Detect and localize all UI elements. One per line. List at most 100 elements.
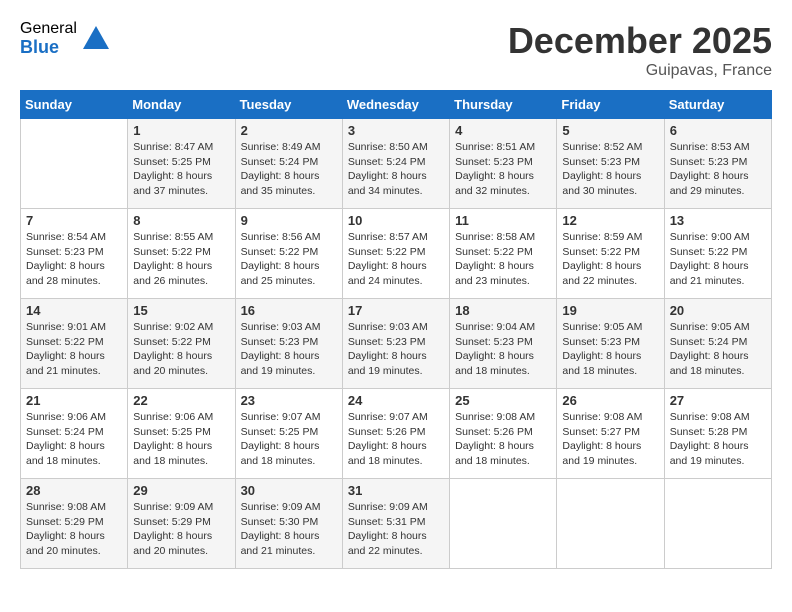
calendar-day: 19Sunrise: 9:05 AM Sunset: 5:23 PM Dayli…	[557, 299, 664, 389]
day-info: Sunrise: 9:00 AM Sunset: 5:22 PM Dayligh…	[670, 230, 766, 289]
day-number: 15	[133, 303, 229, 318]
calendar-day: 10 Sunrise: 8:57 AM Sunset: 5:22 PM Dayli…	[342, 209, 449, 299]
day-header-wednesday: Wednesday	[342, 91, 449, 119]
calendar-day: 5 Sunrise: 8:52 AM Sunset: 5:23 PM Daylig…	[557, 119, 664, 209]
day-info: Sunrise: 8:51 AM Sunset: 5:23 PM Dayligh…	[455, 140, 551, 199]
location: Guipavas, France	[508, 62, 772, 80]
calendar-day: 16 Sunrise: 9:03 AM Sunset: 5:23 PM Dayli…	[235, 299, 342, 389]
day-number: 17	[348, 303, 444, 318]
month-title: December 2025	[508, 20, 772, 62]
day-number: 27	[670, 393, 766, 408]
calendar-day: 9 Sunrise: 8:56 AM Sunset: 5:22 PM Daylig…	[235, 209, 342, 299]
day-info: Sunrise: 9:03 AM Sunset: 5:23 PM Dayligh…	[241, 320, 337, 379]
calendar-day: 24Sunrise: 9:07 AM Sunset: 5:26 PM Dayli…	[342, 389, 449, 479]
day-header-tuesday: Tuesday	[235, 91, 342, 119]
calendar-day: 17 Sunrise: 9:03 AM Sunset: 5:23 PM Dayli…	[342, 299, 449, 389]
day-info: Sunrise: 9:03 AM Sunset: 5:23 PM Dayligh…	[348, 320, 444, 379]
calendar-day: 4Sunrise: 8:51 AM Sunset: 5:23 PM Daylig…	[450, 119, 557, 209]
day-info: Sunrise: 9:08 AM Sunset: 5:28 PM Dayligh…	[670, 410, 766, 469]
calendar-day: 25 Sunrise: 9:08 AM Sunset: 5:26 PM Dayli…	[450, 389, 557, 479]
day-info: Sunrise: 8:57 AM Sunset: 5:22 PM Dayligh…	[348, 230, 444, 289]
day-info: Sunrise: 9:08 AM Sunset: 5:26 PM Dayligh…	[455, 410, 551, 469]
calendar-week-1: 1 Sunrise: 8:47 AM Sunset: 5:25 PM Daylig…	[21, 119, 772, 209]
day-number: 9	[241, 213, 337, 228]
calendar-day: 18 Sunrise: 9:04 AM Sunset: 5:23 PM Dayli…	[450, 299, 557, 389]
day-number: 3	[348, 123, 444, 138]
calendar-week-5: 28 Sunrise: 9:08 AM Sunset: 5:29 PM Dayli…	[21, 479, 772, 569]
logo-general: General	[20, 20, 77, 38]
day-number: 18	[455, 303, 551, 318]
day-number: 13	[670, 213, 766, 228]
day-number: 26	[562, 393, 658, 408]
calendar-day: 28 Sunrise: 9:08 AM Sunset: 5:29 PM Dayli…	[21, 479, 128, 569]
calendar-day: 21Sunrise: 9:06 AM Sunset: 5:24 PM Dayli…	[21, 389, 128, 479]
day-info: Sunrise: 8:47 AM Sunset: 5:25 PM Dayligh…	[133, 140, 229, 199]
day-number: 12	[562, 213, 658, 228]
day-info: Sunrise: 8:50 AM Sunset: 5:24 PM Dayligh…	[348, 140, 444, 199]
calendar-day: 12 Sunrise: 8:59 AM Sunset: 5:22 PM Dayli…	[557, 209, 664, 299]
calendar-day: 15 Sunrise: 9:02 AM Sunset: 5:22 PM Dayli…	[128, 299, 235, 389]
day-info: Sunrise: 9:07 AM Sunset: 5:25 PM Dayligh…	[241, 410, 337, 469]
calendar-day: 8 Sunrise: 8:55 AM Sunset: 5:22 PM Daylig…	[128, 209, 235, 299]
calendar-day: 14Sunrise: 9:01 AM Sunset: 5:22 PM Dayli…	[21, 299, 128, 389]
logo: General Blue	[20, 20, 111, 57]
calendar-day: 27 Sunrise: 9:08 AM Sunset: 5:28 PM Dayli…	[664, 389, 771, 479]
day-number: 7	[26, 213, 122, 228]
day-info: Sunrise: 9:08 AM Sunset: 5:29 PM Dayligh…	[26, 500, 122, 559]
day-info: Sunrise: 9:09 AM Sunset: 5:29 PM Dayligh…	[133, 500, 229, 559]
day-info: Sunrise: 8:59 AM Sunset: 5:22 PM Dayligh…	[562, 230, 658, 289]
day-number: 23	[241, 393, 337, 408]
calendar-day	[21, 119, 128, 209]
day-info: Sunrise: 9:02 AM Sunset: 5:22 PM Dayligh…	[133, 320, 229, 379]
calendar-day: 30Sunrise: 9:09 AM Sunset: 5:30 PM Dayli…	[235, 479, 342, 569]
day-number: 31	[348, 483, 444, 498]
calendar-day: 11Sunrise: 8:58 AM Sunset: 5:22 PM Dayli…	[450, 209, 557, 299]
title-block: December 2025 Guipavas, France	[508, 20, 772, 80]
day-info: Sunrise: 9:01 AM Sunset: 5:22 PM Dayligh…	[26, 320, 122, 379]
day-info: Sunrise: 8:52 AM Sunset: 5:23 PM Dayligh…	[562, 140, 658, 199]
day-number: 22	[133, 393, 229, 408]
calendar-day: 26Sunrise: 9:08 AM Sunset: 5:27 PM Dayli…	[557, 389, 664, 479]
day-number: 6	[670, 123, 766, 138]
day-number: 8	[133, 213, 229, 228]
calendar-day: 7 Sunrise: 8:54 AM Sunset: 5:23 PM Daylig…	[21, 209, 128, 299]
day-number: 11	[455, 213, 551, 228]
day-header-sunday: Sunday	[21, 91, 128, 119]
day-info: Sunrise: 9:07 AM Sunset: 5:26 PM Dayligh…	[348, 410, 444, 469]
day-header-thursday: Thursday	[450, 91, 557, 119]
day-number: 10	[348, 213, 444, 228]
day-info: Sunrise: 8:56 AM Sunset: 5:22 PM Dayligh…	[241, 230, 337, 289]
day-info: Sunrise: 8:55 AM Sunset: 5:22 PM Dayligh…	[133, 230, 229, 289]
day-info: Sunrise: 8:49 AM Sunset: 5:24 PM Dayligh…	[241, 140, 337, 199]
day-number: 2	[241, 123, 337, 138]
calendar-day: 23 Sunrise: 9:07 AM Sunset: 5:25 PM Dayli…	[235, 389, 342, 479]
day-info: Sunrise: 8:53 AM Sunset: 5:23 PM Dayligh…	[670, 140, 766, 199]
day-info: Sunrise: 9:09 AM Sunset: 5:30 PM Dayligh…	[241, 500, 337, 559]
day-info: Sunrise: 9:09 AM Sunset: 5:31 PM Dayligh…	[348, 500, 444, 559]
calendar-week-2: 7 Sunrise: 8:54 AM Sunset: 5:23 PM Daylig…	[21, 209, 772, 299]
day-info: Sunrise: 8:54 AM Sunset: 5:23 PM Dayligh…	[26, 230, 122, 289]
calendar-day: 22Sunrise: 9:06 AM Sunset: 5:25 PM Dayli…	[128, 389, 235, 479]
calendar-day: 20Sunrise: 9:05 AM Sunset: 5:24 PM Dayli…	[664, 299, 771, 389]
day-number: 19	[562, 303, 658, 318]
day-number: 28	[26, 483, 122, 498]
day-info: Sunrise: 9:04 AM Sunset: 5:23 PM Dayligh…	[455, 320, 551, 379]
day-number: 16	[241, 303, 337, 318]
calendar-week-3: 14Sunrise: 9:01 AM Sunset: 5:22 PM Dayli…	[21, 299, 772, 389]
calendar-day: 3 Sunrise: 8:50 AM Sunset: 5:24 PM Daylig…	[342, 119, 449, 209]
day-info: Sunrise: 9:06 AM Sunset: 5:24 PM Dayligh…	[26, 410, 122, 469]
day-number: 1	[133, 123, 229, 138]
page-header: General Blue December 2025 Guipavas, Fra…	[20, 20, 772, 80]
day-number: 25	[455, 393, 551, 408]
calendar-day: 6 Sunrise: 8:53 AM Sunset: 5:23 PM Daylig…	[664, 119, 771, 209]
calendar-day	[450, 479, 557, 569]
calendar-day: 31 Sunrise: 9:09 AM Sunset: 5:31 PM Dayli…	[342, 479, 449, 569]
day-header-monday: Monday	[128, 91, 235, 119]
calendar-day: 1 Sunrise: 8:47 AM Sunset: 5:25 PM Daylig…	[128, 119, 235, 209]
day-number: 5	[562, 123, 658, 138]
calendar-table: SundayMondayTuesdayWednesdayThursdayFrid…	[20, 90, 772, 569]
calendar-week-4: 21Sunrise: 9:06 AM Sunset: 5:24 PM Dayli…	[21, 389, 772, 479]
day-number: 20	[670, 303, 766, 318]
calendar-day	[557, 479, 664, 569]
calendar-day: 2 Sunrise: 8:49 AM Sunset: 5:24 PM Daylig…	[235, 119, 342, 209]
